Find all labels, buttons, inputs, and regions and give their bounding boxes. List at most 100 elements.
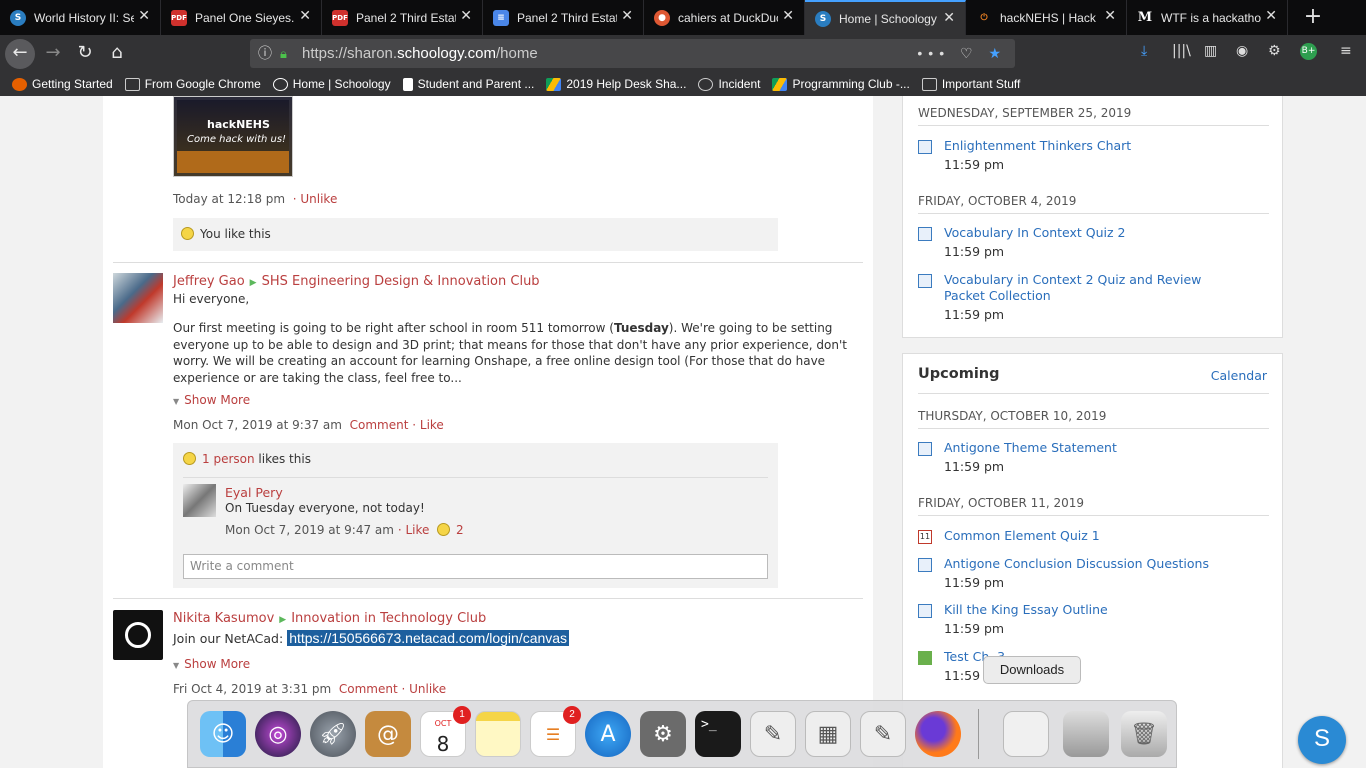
tab-schoology-home[interactable]: S Home | Schoology ✕ bbox=[805, 0, 966, 35]
close-icon[interactable]: ✕ bbox=[1265, 8, 1277, 24]
grapher-icon[interactable]: ▦ bbox=[805, 711, 851, 757]
siri-icon[interactable]: ◎ bbox=[255, 711, 301, 757]
bookmark-help-desk[interactable]: 2019 Help Desk Sha... bbox=[546, 77, 686, 91]
close-icon[interactable]: ✕ bbox=[299, 8, 311, 24]
power-icon: ⏻ bbox=[980, 12, 988, 23]
netacad-link[interactable]: https://150566673.netacad.com/login/canv… bbox=[287, 630, 570, 646]
textedit-icon[interactable]: ✎ bbox=[860, 711, 906, 757]
group-link[interactable]: Innovation in Technology Club bbox=[291, 611, 486, 626]
bookmark-important-stuff[interactable]: Important Stuff bbox=[921, 77, 1020, 91]
divider bbox=[918, 125, 1269, 126]
script-editor-icon[interactable]: ✎ bbox=[750, 711, 796, 757]
home-button[interactable]: ⌂ bbox=[102, 39, 132, 69]
tab-panel-two-doc[interactable]: ≡ Panel 2 Third Estat ✕ bbox=[483, 0, 644, 35]
launchpad-icon[interactable]: 🚀︎ bbox=[310, 711, 356, 757]
firefox-icon[interactable] bbox=[915, 711, 961, 757]
bookmark-student-parent[interactable]: Student and Parent ... bbox=[402, 77, 534, 91]
info-icon[interactable]: ⓘ bbox=[258, 39, 272, 68]
notification-badge: 2 bbox=[563, 706, 581, 724]
close-icon[interactable]: ✕ bbox=[943, 10, 955, 26]
show-more-link[interactable]: ▼ Show More bbox=[173, 393, 250, 407]
tab-world-history[interactable]: S World History II: Se ✕ bbox=[0, 0, 161, 35]
dock-divider bbox=[978, 709, 979, 759]
bookmark-programming-club[interactable]: Programming Club -... bbox=[772, 77, 910, 91]
close-icon[interactable]: ✕ bbox=[782, 8, 794, 24]
close-icon[interactable]: ✕ bbox=[621, 8, 633, 24]
bookmark-schoology[interactable]: Home | Schoology bbox=[272, 77, 391, 91]
unlike-link[interactable]: · Unlike bbox=[293, 192, 338, 206]
tab-wtf-hackathon[interactable]: M WTF is a hackathon ✕ bbox=[1127, 0, 1288, 35]
avatar[interactable] bbox=[183, 484, 216, 517]
reminders-icon[interactable]: ☰ 2 bbox=[530, 706, 581, 757]
bookmark-incident[interactable]: Incident bbox=[698, 77, 760, 91]
reply-author-link[interactable]: Eyal Pery bbox=[225, 485, 283, 500]
reply-like-count[interactable]: 2 bbox=[456, 523, 464, 537]
downloads-folder-icon[interactable] bbox=[1063, 711, 1109, 757]
tab-duckduckgo[interactable]: ● cahiers at DuckDuc ✕ bbox=[644, 0, 805, 35]
google-drive-icon bbox=[546, 77, 562, 91]
tab-panel-two-pdf[interactable]: PDF Panel 2 Third Estat ✕ bbox=[322, 0, 483, 35]
likes-line: 1 person likes this bbox=[183, 452, 311, 466]
account-icon[interactable]: ◉ bbox=[1236, 43, 1248, 59]
schoology-button[interactable]: S bbox=[1298, 716, 1346, 764]
divider bbox=[918, 428, 1269, 429]
extension-icon[interactable]: ⚙ bbox=[1268, 43, 1281, 59]
likes-count-link[interactable]: 1 person bbox=[202, 452, 255, 466]
bookmark-getting-started[interactable]: Getting Started bbox=[12, 77, 113, 91]
grade-extension-icon[interactable]: B+ bbox=[1300, 43, 1317, 60]
divider bbox=[918, 213, 1269, 214]
author-link[interactable]: Nikita Kasumov bbox=[173, 611, 274, 626]
comment-link[interactable]: Comment bbox=[339, 682, 398, 696]
reload-button[interactable]: ↻ bbox=[70, 39, 100, 69]
close-icon[interactable]: ✕ bbox=[138, 8, 150, 24]
comment-link[interactable]: Comment bbox=[350, 418, 409, 432]
close-icon[interactable]: ✕ bbox=[460, 8, 472, 24]
smiley-icon bbox=[181, 227, 194, 240]
new-tab-button[interactable]: + bbox=[1288, 0, 1338, 35]
author-link[interactable]: Jeffrey Gao bbox=[173, 274, 245, 289]
close-icon[interactable]: ✕ bbox=[1104, 8, 1116, 24]
bookmark-star-icon[interactable]: ★ bbox=[988, 45, 1007, 61]
post-divider bbox=[113, 262, 863, 263]
show-more-link[interactable]: ▼ Show More bbox=[173, 657, 250, 671]
calendar-icon: 11 bbox=[918, 530, 932, 544]
document-stack-icon[interactable] bbox=[1003, 711, 1049, 757]
group-link[interactable]: SHS Engineering Design & Innovation Club bbox=[262, 274, 540, 289]
forward-button[interactable]: → bbox=[38, 39, 68, 69]
sidebar-icon[interactable]: ▥ bbox=[1204, 43, 1217, 59]
upcoming-title: Upcoming bbox=[918, 366, 1000, 382]
unlike-link[interactable]: · Unlike bbox=[402, 682, 447, 696]
trash-icon[interactable]: 🗑︎ bbox=[1121, 711, 1167, 757]
download-icon[interactable]: ⤓ bbox=[1141, 43, 1147, 59]
tab-hacknehs[interactable]: ⏻ hackNEHS | Hack N ✕ bbox=[966, 0, 1127, 35]
smiley-icon bbox=[437, 523, 451, 536]
back-button[interactable]: ← bbox=[5, 39, 35, 69]
calendar-link[interactable]: Calendar bbox=[1211, 368, 1267, 383]
google-drive-icon bbox=[772, 77, 788, 91]
google-docs-icon: ≡ bbox=[493, 9, 509, 26]
avatar[interactable] bbox=[113, 273, 163, 323]
calendar-app-icon[interactable]: OCT 8 1 bbox=[420, 706, 471, 757]
finder-icon[interactable]: ☺ bbox=[200, 711, 246, 757]
app-store-icon[interactable]: A bbox=[585, 711, 631, 757]
globe-icon bbox=[698, 77, 714, 91]
arrow-right-icon: ▶ bbox=[279, 615, 287, 625]
hacknehs-photo[interactable]: hackNEHS Come hack with us! bbox=[173, 96, 293, 177]
page-actions[interactable]: ••• ♡ ★ bbox=[917, 39, 1007, 68]
menu-icon[interactable]: ≡ bbox=[1340, 43, 1352, 59]
library-icon[interactable]: |||\ bbox=[1172, 43, 1191, 59]
comments-box: 1 person likes this Eyal Pery On Tuesday… bbox=[173, 443, 778, 588]
url-bar[interactable]: ⓘ 🔒︎ https://sharon.schoology.com/home •… bbox=[250, 39, 1015, 68]
like-link[interactable]: · Like bbox=[398, 523, 430, 537]
avatar[interactable] bbox=[113, 610, 163, 660]
comment-input[interactable]: Write a comment bbox=[183, 554, 768, 579]
system-preferences-icon[interactable]: ⚙ bbox=[640, 711, 686, 757]
activity-feed: hackNEHS Come hack with us! Today at 12:… bbox=[103, 96, 873, 768]
bookmark-from-chrome[interactable]: From Google Chrome bbox=[124, 77, 261, 91]
tab-panel-one[interactable]: PDF Panel One Sieyes.p ✕ bbox=[161, 0, 322, 35]
notes-icon[interactable] bbox=[475, 711, 521, 757]
contacts-icon[interactable]: @ bbox=[365, 711, 411, 757]
terminal-icon[interactable]: >_ bbox=[695, 711, 741, 757]
like-link[interactable]: · Like bbox=[412, 418, 444, 432]
pdf-icon: PDF bbox=[171, 9, 187, 26]
